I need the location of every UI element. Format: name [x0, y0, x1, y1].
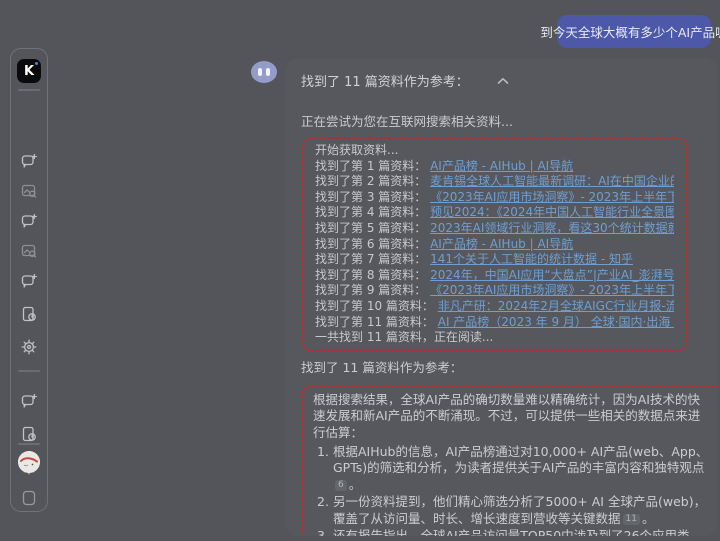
- source-link[interactable]: 麦肯锡全球人工智能最新调研：AI在中国企业的落地进 ...: [430, 174, 674, 188]
- source-link[interactable]: 预见2024：《2024年中国人工智能行业全景图谱》(附市场规模 ...: [430, 205, 674, 219]
- sidebar-divider: [18, 443, 40, 445]
- search-log-summary: 一共找到 11 篇资料，正在阅读...: [315, 330, 494, 345]
- source-link[interactable]: AI产品榜 - AIHub | AI导航: [430, 159, 573, 173]
- user-avatar[interactable]: [18, 451, 40, 473]
- item-body: 根据AIHub的信息，AI产品榜通过对10,000+ AI产品(web、App、…: [333, 443, 709, 476]
- user-message-bubble: 到今天全球大概有多少个AI产品呢: [540, 15, 720, 48]
- search-status: 正在尝试为您在互联网搜索相关资料...: [301, 114, 513, 129]
- source-prefix: 找到了第 8 篇资料：: [315, 267, 427, 282]
- search-log-start: 开始获取资料...: [315, 143, 399, 157]
- source-prefix: 找到了第 6 篇资料：: [315, 236, 427, 251]
- avatar-eye: [266, 68, 270, 76]
- source-prefix: 找到了第 5 篇资料：: [315, 220, 427, 235]
- citation-badge[interactable]: 11: [622, 513, 640, 525]
- answer-list-item: 3. 还有报告指出，全球AI产品访问量TOP50中涉及到了26个应用类别，表明A…: [317, 528, 712, 536]
- sidebar-divider: [18, 89, 40, 91]
- list-number: 3.: [317, 527, 329, 536]
- notification-dot: [35, 62, 38, 65]
- item-suffix: 。: [641, 510, 655, 526]
- file-history-icon[interactable]: [21, 426, 37, 442]
- source-row: 找到了第 1 篇资料： AI产品榜 - AIHub | AI导航: [315, 159, 674, 175]
- sidebar: K: [10, 48, 48, 512]
- list-number: 2.: [317, 494, 329, 510]
- image-search-icon[interactable]: [21, 183, 37, 199]
- kimi-logo[interactable]: K: [17, 59, 41, 83]
- source-link[interactable]: 非凡产研：2024年2月全球AIGC行业月报-流量篇|界面新闻: [438, 299, 674, 313]
- item-suffix: 。: [348, 476, 362, 492]
- references-header-label: 找到了 11 篇资料作为参考：: [301, 75, 469, 90]
- answer-list-item: 1. 根据AIHub的信息，AI产品榜通过对10,000+ AI产品(web、A…: [317, 444, 712, 493]
- source-row: 找到了第 10 篇资料： 非凡产研：2024年2月全球AIGC行业月报-流量篇|…: [315, 299, 674, 315]
- source-link[interactable]: AI产品榜 - AIHub | AI导航: [430, 237, 573, 251]
- avatar-eye: [258, 68, 262, 76]
- source-link[interactable]: 《2023年AI应用市场洞察》- 2023年上半年下载量同比增长 ...: [430, 190, 674, 204]
- source-row: 找到了第 2 篇资料： 麦肯锡全球人工智能最新调研：AI在中国企业的落地进 ..…: [315, 174, 674, 190]
- source-row: 找到了第 11 篇资料： AI 产品榜（2023 年 9 月） 全球·国内·出海…: [315, 315, 674, 331]
- source-link[interactable]: 2024年，中国AI应用“大盘点”|产业AI_澎湃号-湃客_澎湃新闻 ...: [430, 268, 674, 282]
- app-window: K 到今天全球大概有多少个AI产品呢 找到了 11 篇资料作为参考： 正在尝试为…: [0, 0, 720, 541]
- list-item-text: 还有报告指出，全球AI产品访问量TOP50中涉及到了26个应用类别，表明AI产品…: [333, 528, 712, 536]
- item-body: 还有报告指出，全球AI产品访问量TOP50中涉及到了26个应用类别，表明AI产品…: [333, 527, 690, 536]
- answer-annotation-box: 根据搜索结果，全球AI产品的确切数量难以精确统计，因为AI技术的快速发展和新AI…: [301, 384, 718, 536]
- file-history-icon[interactable]: [21, 306, 37, 322]
- source-prefix: 找到了第 3 篇资料：: [315, 189, 427, 204]
- settings-gear-icon[interactable]: [21, 339, 37, 355]
- source-prefix: 找到了第 2 篇资料：: [315, 174, 427, 189]
- references-toggle[interactable]: 找到了 11 篇资料作为参考：: [301, 71, 702, 90]
- source-link[interactable]: AI 产品榜（2023 年 9 月） 全球·国内·出海 - 腾讯网: [438, 315, 674, 329]
- answer-intro: 根据搜索结果，全球AI产品的确切数量难以精确统计，因为AI技术的快速发展和新AI…: [313, 391, 701, 440]
- source-link[interactable]: 141个关于人工智能的统计数据 - 知乎: [430, 252, 633, 266]
- new-chat-icon[interactable]: [21, 273, 37, 289]
- list-item-text: 根据AIHub的信息，AI产品榜通过对10,000+ AI产品(web、App、…: [333, 444, 712, 493]
- user-message-text: 到今天全球大概有多少个AI产品呢: [540, 25, 720, 40]
- source-link[interactable]: 2023年AI领域行业洞察，看这30个统计数据就够了！ - 知乎: [430, 221, 674, 235]
- new-chat-icon[interactable]: [21, 153, 37, 169]
- source-prefix: 找到了第 9 篇资料：: [315, 283, 427, 298]
- answer-list: 1. 根据AIHub的信息，AI产品榜通过对10,000+ AI产品(web、A…: [313, 444, 712, 536]
- list-number: 1.: [317, 443, 329, 459]
- search-log-annotation-box: 开始获取资料... 找到了第 1 篇资料： AI产品榜 - AIHub | AI…: [302, 137, 687, 352]
- citation-badge[interactable]: 6: [335, 479, 347, 491]
- references-footer-label: 找到了 11 篇资料作为参考：: [301, 359, 463, 375]
- collapse-panel-icon[interactable]: [21, 490, 37, 506]
- source-prefix: 找到了第 1 篇资料：: [315, 158, 427, 173]
- source-link[interactable]: 《2023年AI应用市场洞察》- 2023年上半年下载量同比增长 ...: [430, 283, 674, 297]
- assistant-message-bubble: 找到了 11 篇资料作为参考： 正在尝试为您在互联网搜索相关资料... 开始获取…: [285, 58, 718, 536]
- new-chat-icon[interactable]: [21, 213, 37, 229]
- source-prefix: 找到了第 4 篇资料：: [315, 205, 427, 220]
- assistant-avatar: [251, 61, 277, 83]
- source-row: 找到了第 5 篇资料： 2023年AI领域行业洞察，看这30个统计数据就够了！ …: [315, 221, 674, 237]
- source-row: 找到了第 7 篇资料： 141个关于人工智能的统计数据 - 知乎: [315, 252, 674, 268]
- source-row: 找到了第 3 篇资料： 《2023年AI应用市场洞察》- 2023年上半年下载量…: [315, 190, 674, 206]
- image-search-icon[interactable]: [21, 243, 37, 259]
- kimi-logo-letter: K: [23, 63, 35, 79]
- source-row: 找到了第 4 篇资料： 预见2024：《2024年中国人工智能行业全景图谱》(附…: [315, 205, 674, 221]
- source-row: 找到了第 6 篇资料： AI产品榜 - AIHub | AI导航: [315, 237, 674, 253]
- source-prefix: 找到了第 7 篇资料：: [315, 252, 427, 267]
- source-row: 找到了第 9 篇资料： 《2023年AI应用市场洞察》- 2023年上半年下载量…: [315, 283, 674, 299]
- source-row: 找到了第 8 篇资料： 2024年，中国AI应用“大盘点”|产业AI_澎湃号-湃…: [315, 268, 674, 284]
- list-item-text: 另一份资料提到，他们精心筛选分析了5000+ AI 全球产品(web)，覆盖了从…: [333, 494, 712, 527]
- source-prefix: 找到了第 10 篇资料：: [315, 298, 434, 313]
- answer-list-item: 2. 另一份资料提到，他们精心筛选分析了5000+ AI 全球产品(web)，覆…: [317, 494, 712, 527]
- new-chat-icon[interactable]: [21, 393, 37, 409]
- sidebar-divider: [18, 370, 40, 372]
- chevron-up-icon[interactable]: [497, 77, 509, 85]
- source-prefix: 找到了第 11 篇资料：: [315, 314, 434, 329]
